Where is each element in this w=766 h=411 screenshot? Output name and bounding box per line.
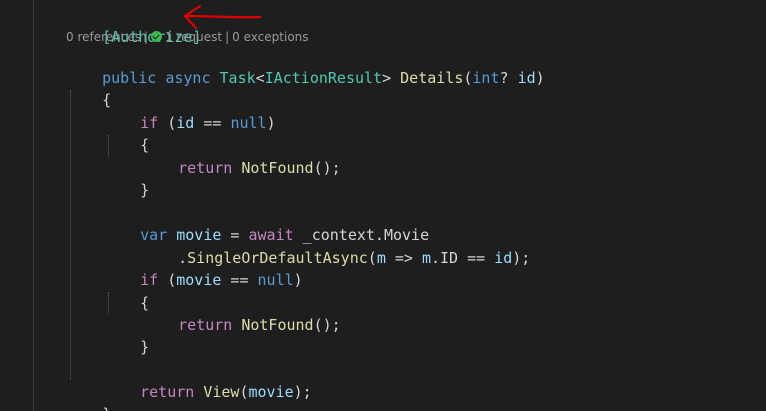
indent-guide xyxy=(108,135,109,157)
code-line-inner-close-2: } xyxy=(140,338,150,356)
codelens-exceptions[interactable]: 0 exceptions xyxy=(232,30,308,44)
codelens-requests[interactable]: 1 request xyxy=(165,30,222,44)
indent-guide xyxy=(108,292,109,314)
code-line-var-movie: var movie = await _context.Movie xyxy=(140,226,430,244)
code-line-if-movie: if (movie == null) xyxy=(140,271,303,289)
code-line-inner-open-1: { xyxy=(140,136,150,154)
code-line-brace-open: { xyxy=(102,91,112,109)
method-details: Details xyxy=(400,69,464,87)
code-line-if-id: if (id == null) xyxy=(140,114,276,132)
code-line-linq: .SingleOrDefaultAsync(m => m.ID == id); xyxy=(178,249,531,267)
code-line-signature: public async Task<IActionResult> Details… xyxy=(102,69,545,87)
keyword-int: int xyxy=(472,69,500,87)
check-circle-icon xyxy=(151,31,163,42)
type-iactionresult: IActionResult xyxy=(264,69,383,87)
codelens-separator: | xyxy=(225,30,230,44)
param-id: id xyxy=(517,69,536,87)
type-task: Task xyxy=(219,69,256,87)
editor-margin-line xyxy=(33,0,34,411)
code-line-return-notfound-2: return NotFound(); xyxy=(178,316,341,334)
code-line-inner-open-2: { xyxy=(140,294,150,312)
indent-guide xyxy=(70,90,71,380)
code-line-return-notfound-1: return NotFound(); xyxy=(178,159,341,177)
keyword-async: async xyxy=(165,69,211,87)
codelens-separator: | xyxy=(144,30,149,44)
code-line-brace-close: } xyxy=(66,381,111,411)
code-line-return-view: return View(movie); xyxy=(140,383,312,401)
code-line-inner-close-1: } xyxy=(140,181,150,199)
code-editor[interactable]: [Authorize] 0 references|1 request|0 exc… xyxy=(0,0,766,411)
codelens-bar: 0 references | 1 request | 0 exceptions xyxy=(66,28,309,46)
codelens-references[interactable]: 0 references xyxy=(66,30,141,44)
